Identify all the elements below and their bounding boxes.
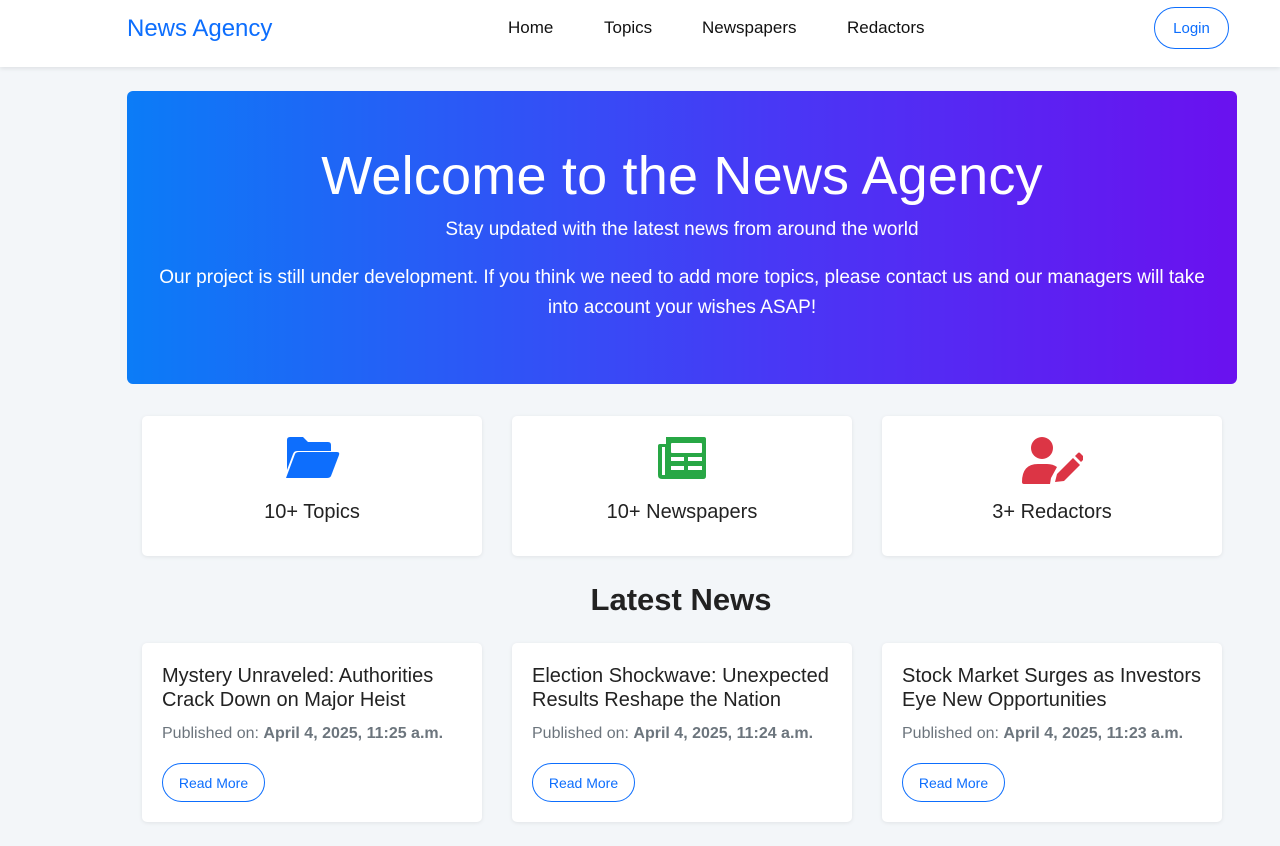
nav-newspapers[interactable]: Newspapers [702,18,797,38]
nav-home[interactable]: Home [508,18,553,38]
read-more-button[interactable]: Read More [162,763,265,802]
read-more-button[interactable]: Read More [532,763,635,802]
navbar: News Agency Home Topics Newspapers Redac… [0,0,1280,67]
user-pen-icon [882,436,1222,484]
news-published: Published on: April 4, 2025, 11:24 a.m. [532,725,842,743]
news-card: Election Shockwave: Unexpected Results R… [512,643,852,822]
stat-label-newspapers: 10+ Newspapers [606,501,758,523]
news-published: Published on: April 4, 2025, 11:25 a.m. [162,725,472,743]
news-card: Mystery Unraveled: Authorities Crack Dow… [142,643,482,822]
news-title: Mystery Unraveled: Authorities Crack Dow… [162,665,434,711]
news-card: Stock Market Surges as Investors Eye New… [882,643,1222,822]
nav-redactors[interactable]: Redactors [847,18,924,38]
nav-topics[interactable]: Topics [604,18,652,38]
newspaper-icon [512,436,852,484]
hero-text: Our project is still under development. … [159,267,1205,318]
published-date: April 4, 2025, 11:24 a.m. [633,725,814,742]
published-label: Published on: [162,725,264,742]
news-published: Published on: April 4, 2025, 11:23 a.m. [902,725,1212,743]
folder-open-icon [142,436,482,484]
hero-title: Welcome to the News Agency [321,146,1043,206]
latest-news-title: Latest News [590,582,772,617]
brand-link[interactable]: News Agency [127,15,272,43]
login-button[interactable]: Login [1154,7,1229,49]
stat-label-redactors: 3+ Redactors [992,501,1112,523]
published-label: Published on: [902,725,1004,742]
news-title: Stock Market Surges as Investors Eye New… [902,665,1202,711]
stat-card-redactors: 3+ Redactors [882,416,1222,556]
published-label: Published on: [532,725,634,742]
hero-banner: Welcome to the News Agency Stay updated … [127,91,1237,384]
published-date: April 4, 2025, 11:23 a.m. [1003,725,1184,742]
news-title: Election Shockwave: Unexpected Results R… [532,665,829,711]
published-date: April 4, 2025, 11:25 a.m. [263,725,444,742]
read-more-button[interactable]: Read More [902,763,1005,802]
stat-label-topics: 10+ Topics [264,501,360,523]
hero-subtitle: Stay updated with the latest news from a… [445,219,919,240]
stat-card-newspapers: 10+ Newspapers [512,416,852,556]
stat-card-topics: 10+ Topics [142,416,482,556]
